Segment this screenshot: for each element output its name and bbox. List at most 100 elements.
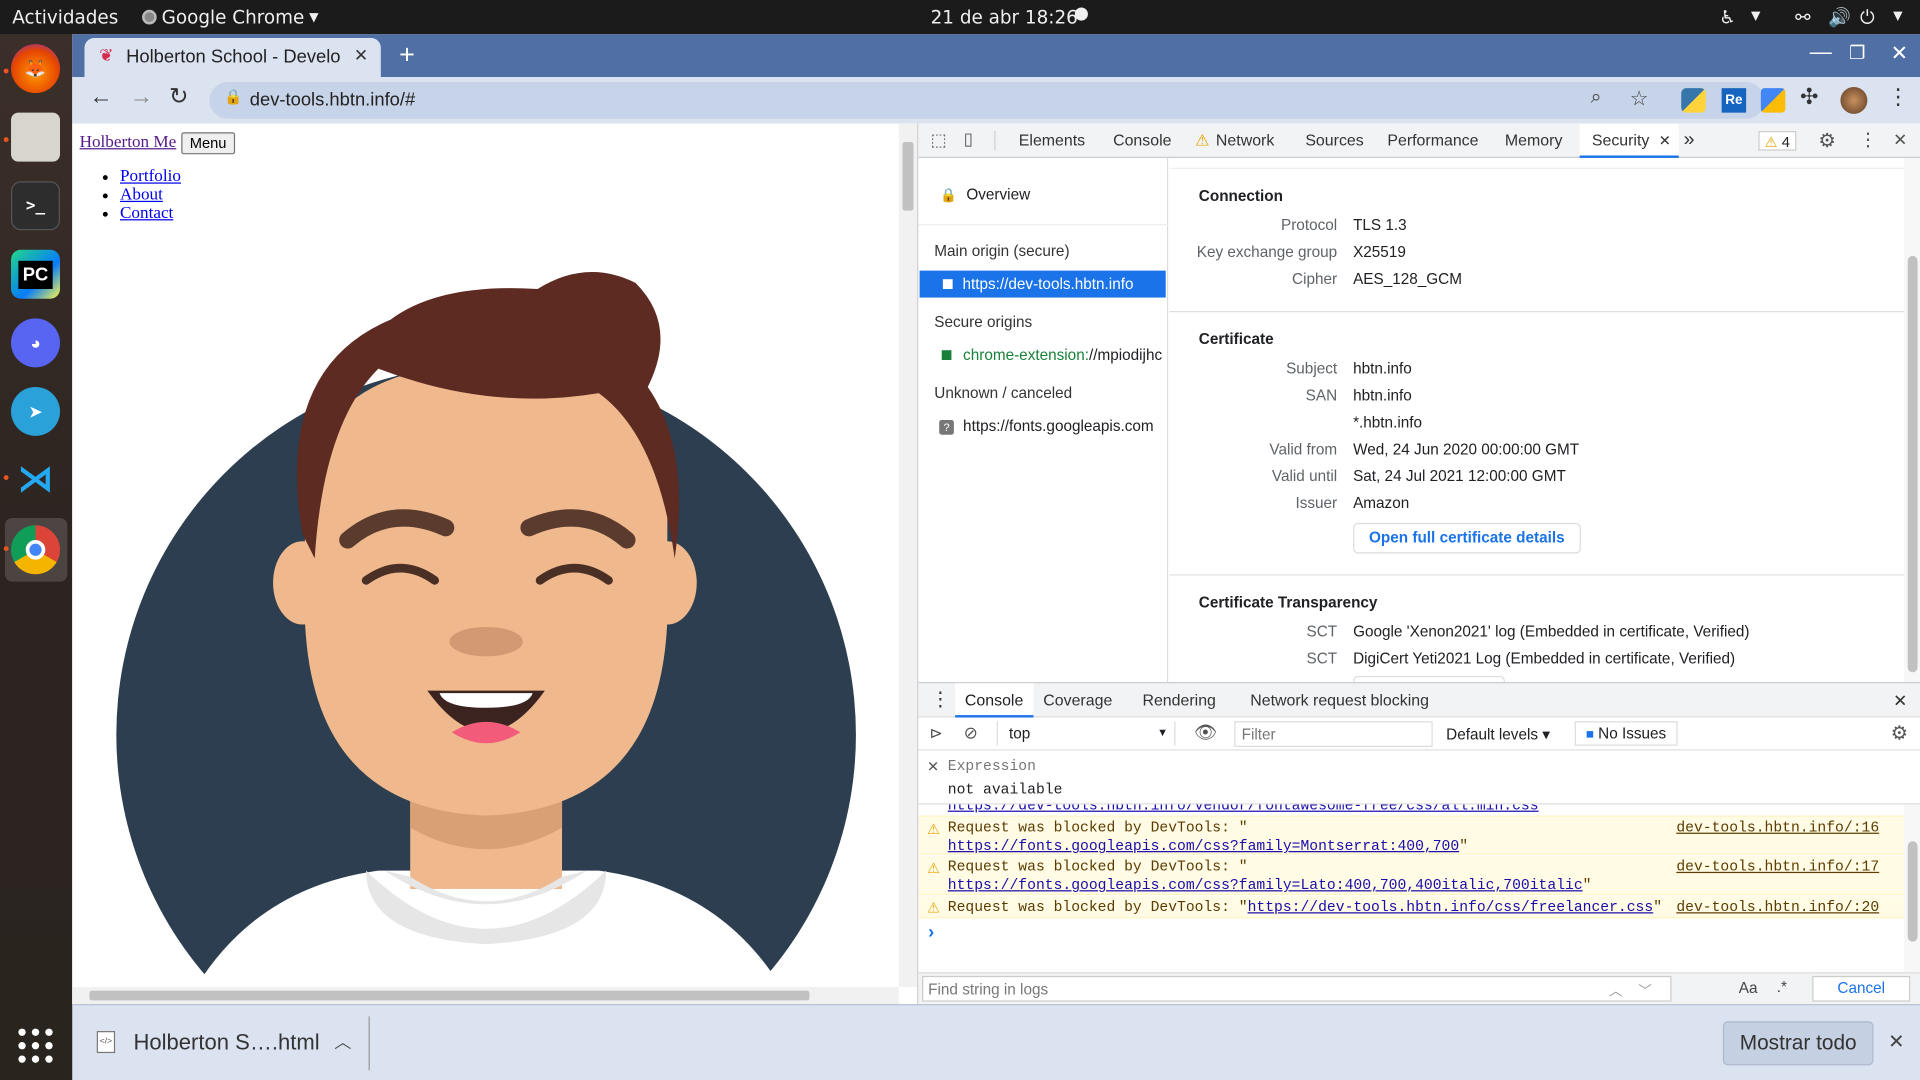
discord-icon[interactable]: ◕ <box>11 318 61 368</box>
close-tab-icon[interactable]: ✕ <box>1659 132 1671 149</box>
cancel-button[interactable]: Cancel <box>1812 975 1911 1002</box>
back-arrow-icon[interactable]: ← <box>89 84 112 111</box>
live-expression-eye-icon[interactable]: 👁 <box>1194 721 1217 743</box>
zoom-icon[interactable]: ⌕ <box>1591 87 1602 109</box>
browser-tab[interactable]: ❦ Holberton School - Develo ✕ <box>84 37 381 78</box>
security-scroll-thumb[interactable] <box>1907 255 1918 673</box>
forward-arrow-icon[interactable]: → <box>130 84 153 111</box>
close-devtools-icon[interactable]: ✕ <box>1893 130 1907 151</box>
extensions-puzzle-icon[interactable]: ✣ <box>1800 84 1818 110</box>
warning-link[interactable]: https://fonts.googleapis.com/css?family=… <box>948 877 1583 894</box>
source-link[interactable]: dev-tools.hbtn.info/:17 <box>1676 858 1879 875</box>
settings-gear-icon[interactable]: ⚙ <box>1818 129 1836 153</box>
expression-label[interactable]: Expression <box>948 758 1036 775</box>
network-icon[interactable]: ⚯ <box>1795 6 1810 28</box>
context-selector[interactable]: top ▼ <box>996 721 1176 746</box>
source-link[interactable]: dev-tools.hbtn.info/:16 <box>1676 819 1879 836</box>
power-icon[interactable]: ⏻ <box>1860 6 1875 28</box>
tab-elements[interactable]: Elements <box>1019 124 1085 158</box>
console-prompt[interactable]: › <box>928 922 934 943</box>
kebab-menu-icon[interactable]: ⋮ <box>1859 129 1877 151</box>
tab-console[interactable]: Console <box>1113 124 1171 158</box>
close-download-bar-icon[interactable]: ✕ <box>1888 1030 1904 1054</box>
show-apps-icon[interactable] <box>18 1028 53 1063</box>
tab-memory[interactable]: Memory <box>1505 124 1562 158</box>
match-case-button[interactable]: Aa <box>1739 980 1758 997</box>
tab-network[interactable]: Network <box>1216 124 1274 158</box>
filter-input[interactable]: Filter <box>1234 721 1433 747</box>
chevron-down-icon[interactable]: ▼ <box>1893 10 1902 23</box>
pycharm-icon[interactable]: PC <box>11 249 61 299</box>
extension-icon[interactable] <box>1760 88 1786 113</box>
download-item[interactable]: </> Holberton S….html ︿ <box>82 1015 369 1071</box>
secure-origin-item[interactable]: chrome-extension://mpiodijhc <box>941 347 1167 364</box>
app-menu[interactable]: Google Chrome ▼ <box>142 6 319 28</box>
console-scroll-thumb[interactable] <box>1907 841 1918 942</box>
page-vertical-scrollbar[interactable] <box>898 123 918 987</box>
remove-expression-icon[interactable]: ✕ <box>927 758 939 775</box>
profile-avatar[interactable] <box>1840 86 1868 114</box>
chevron-up-icon[interactable]: ︿ <box>1609 981 1622 1001</box>
terminal-icon[interactable]: >_ <box>11 181 61 231</box>
issues-button[interactable]: ■ No Issues <box>1574 721 1678 746</box>
console-scrollbar[interactable] <box>1904 804 1920 973</box>
security-scrollbar[interactable] <box>1904 157 1920 683</box>
drawer-menu-icon[interactable]: ⋮ <box>931 683 951 717</box>
drawer-tab-rendering[interactable]: Rendering <box>1142 683 1215 717</box>
tab-sources[interactable]: Sources <box>1305 124 1363 158</box>
restore-icon[interactable]: ❐ <box>1849 42 1865 64</box>
tab-security[interactable]: Security ✕ <box>1579 123 1679 158</box>
new-tab-icon[interactable]: + <box>399 39 415 71</box>
log-levels-dropdown[interactable]: Default levels ▾ <box>1446 725 1550 743</box>
main-origin-item[interactable]: https://dev-tools.hbtn.info <box>919 270 1166 298</box>
activities-button[interactable]: Actividades <box>12 6 118 28</box>
chevron-down-icon[interactable]: ﹀ <box>1638 981 1651 1001</box>
tab-performance[interactable]: Performance <box>1387 124 1478 158</box>
address-bar[interactable]: 🔒 dev-tools.hbtn.info/# ⌕ ☆ <box>209 82 1765 119</box>
accessibility-icon[interactable]: ♿ <box>1719 6 1735 28</box>
warning-link[interactable]: https://fonts.googleapis.com/css?family=… <box>948 838 1459 855</box>
brand-link[interactable]: Holberton Me <box>80 133 177 153</box>
volume-icon[interactable]: 🔊 <box>1828 6 1851 28</box>
nav-link-about[interactable]: About <box>120 186 163 204</box>
reload-icon[interactable]: ↻ <box>169 83 188 111</box>
drawer-tab-console[interactable]: Console <box>955 683 1034 718</box>
menu-button[interactable]: Menu <box>181 132 236 155</box>
device-toolbar-icon[interactable]: ▯ <box>964 129 973 150</box>
chevron-down-icon[interactable]: ▼ <box>1751 10 1760 23</box>
minimize-icon[interactable]: — <box>1810 39 1832 65</box>
page-scroll-thumb[interactable] <box>902 142 914 211</box>
inspect-element-icon[interactable]: ⬚ <box>931 130 947 151</box>
overview-item[interactable]: 🔒 Overview <box>940 186 1030 203</box>
chevron-up-icon[interactable]: ︿ <box>334 1030 351 1054</box>
open-certificate-button[interactable]: Open full certificate details <box>1353 522 1581 554</box>
telegram-icon[interactable]: ➤ <box>11 386 61 436</box>
kebab-menu-icon[interactable]: ⋮ <box>1887 84 1909 110</box>
page-hscroll-thumb[interactable] <box>89 990 810 1001</box>
warning-link[interactable]: https://dev-tools.hbtn.info/css/freelanc… <box>1248 899 1654 916</box>
nav-link-contact[interactable]: Contact <box>120 204 173 222</box>
show-all-downloads-button[interactable]: Mostrar todo <box>1722 1021 1874 1066</box>
close-drawer-icon[interactable]: ✕ <box>1893 683 1907 717</box>
clear-console-icon[interactable]: ⊘ <box>964 722 978 743</box>
regex-button[interactable]: .* <box>1777 978 1787 995</box>
close-window-icon[interactable]: ✕ <box>1891 42 1908 66</box>
clock[interactable]: 21 de abr 18:26 <box>931 6 1078 28</box>
clipped-log-line[interactable]: https://dev-tools.hbtn.info/vendor/fonta… <box>948 804 1539 814</box>
source-link[interactable]: dev-tools.hbtn.info/:20 <box>1676 899 1879 916</box>
find-input[interactable]: Find string in logs ︿ ﹀ <box>922 975 1672 1002</box>
page-horizontal-scrollbar[interactable] <box>72 986 899 1005</box>
firefox-icon[interactable]: 🦊 <box>11 44 61 94</box>
close-tab-icon[interactable]: ✕ <box>354 45 368 66</box>
unknown-origin-item[interactable]: ? https://fonts.googleapis.com <box>939 418 1154 435</box>
drawer-tab-coverage[interactable]: Coverage <box>1043 683 1112 717</box>
warnings-badge[interactable]: ⚠ 4 <box>1758 131 1797 151</box>
chrome-icon[interactable] <box>11 525 61 575</box>
nav-link-portfolio[interactable]: Portfolio <box>120 168 181 186</box>
drawer-tab-network-blocking[interactable]: Network request blocking <box>1250 683 1429 717</box>
sidebar-toggle-icon[interactable]: ⊳ <box>929 724 942 744</box>
python-extension-icon[interactable] <box>1681 88 1706 113</box>
vscode-icon[interactable]: ⋊ <box>11 454 60 503</box>
more-tabs-icon[interactable]: » <box>1684 124 1695 158</box>
rescuetime-extension-icon[interactable]: Re <box>1721 88 1747 113</box>
